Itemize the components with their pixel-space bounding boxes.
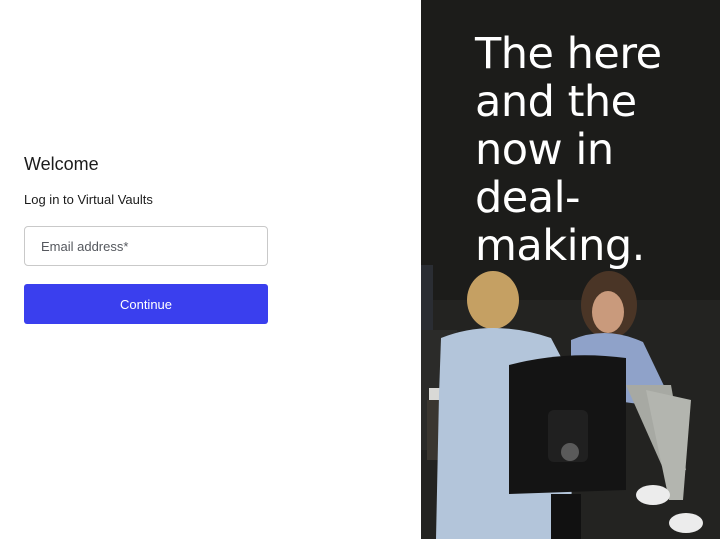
hero-panel: The here and the now in deal- making. [421,0,720,539]
email-field-container [24,226,268,266]
email-input[interactable] [25,227,267,265]
hero-headline-line: now in [475,125,614,175]
hero-headline-line: and the [475,77,637,127]
hero-headline-line: making. [475,221,645,271]
welcome-heading: Welcome [24,154,99,174]
hero-headline: The here and the now in deal- making. [475,30,715,270]
login-panel: Welcome Log in to Virtual Vaults Continu… [0,0,421,539]
hero-headline-line: The here [475,29,662,79]
hero-headline-line: deal- [475,173,581,223]
login-subtitle: Log in to Virtual Vaults [24,192,153,207]
continue-button[interactable]: Continue [24,284,268,324]
